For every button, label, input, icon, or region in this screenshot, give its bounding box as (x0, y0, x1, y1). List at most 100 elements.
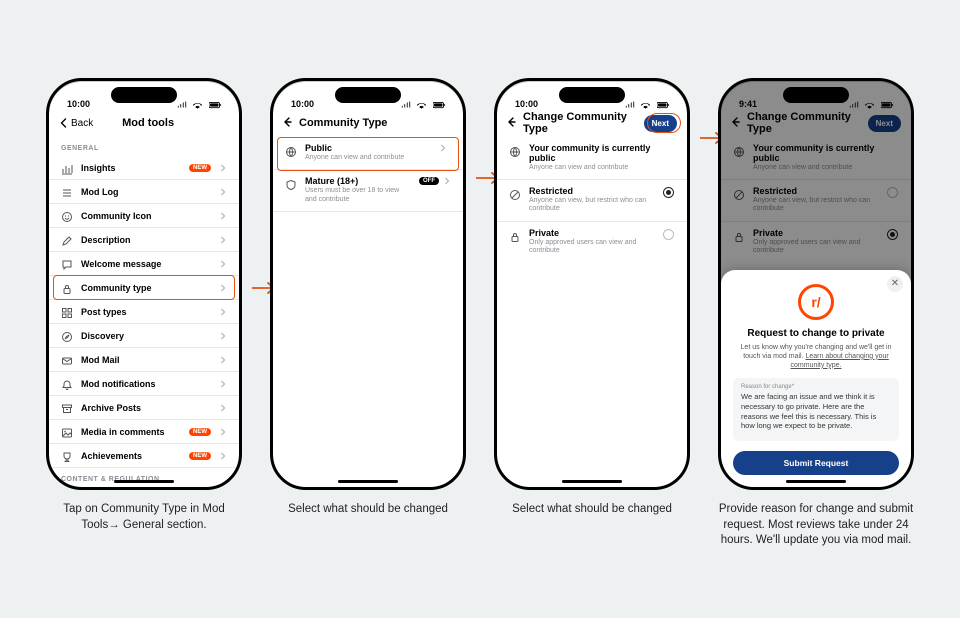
chevron-right-icon (219, 212, 227, 220)
radio-unselected[interactable] (663, 229, 674, 240)
status-icons (398, 99, 447, 109)
sheet-description: Let us know why you're changing and we'l… (737, 343, 895, 370)
smile-icon (61, 210, 73, 222)
row-achievements[interactable]: AchievementsNEW (49, 444, 239, 468)
home-indicator (338, 480, 398, 483)
row-discovery[interactable]: Discovery (49, 324, 239, 348)
reason-value: We are facing an issue and we think it i… (741, 392, 891, 431)
chevron-right-icon (219, 260, 227, 268)
new-badge: NEW (189, 164, 211, 172)
chevron-right-icon (219, 188, 227, 196)
phone-frame-4: 9:41 Change Community Type Next (718, 78, 914, 490)
nav-bar: Back Mod tools (49, 109, 239, 137)
row-mod-notifications[interactable]: Mod notifications (49, 372, 239, 396)
step-caption-1: Tap on Community Type in Mod Tools→ Gene… (46, 502, 242, 533)
step-1: 10:00 Back Mod tools GENE (46, 78, 242, 533)
submit-button[interactable]: Submit Request (733, 451, 899, 475)
page-title: Change Community Type (523, 111, 638, 135)
chevron-right-icon (219, 284, 227, 292)
chevron-right-icon (219, 380, 227, 388)
option-mature[interactable]: Mature (18+)Users must be over 18 to vie… (273, 170, 463, 212)
compass-icon (61, 330, 73, 342)
page-title: Mod tools (99, 117, 197, 129)
grid-icon (61, 306, 73, 318)
sheet-title: Request to change to private (733, 328, 899, 339)
row-archive-posts[interactable]: Archive Posts (49, 396, 239, 420)
dynamic-island (335, 87, 401, 103)
reason-label: Reason for change* (741, 384, 891, 390)
trophy-icon (61, 450, 73, 462)
home-indicator (562, 480, 622, 483)
off-toggle[interactable]: OFF (419, 177, 439, 185)
dynamic-island (559, 87, 625, 103)
chevron-right-icon (443, 177, 451, 185)
row-media-in-comments[interactable]: Media in commentsNEW (49, 420, 239, 444)
row-community-icon[interactable]: Community Icon (49, 204, 239, 228)
step-caption-4: Provide reason for change and submit req… (718, 502, 914, 549)
row-welcome-message[interactable]: Welcome message (49, 252, 239, 276)
reason-field[interactable]: Reason for change* We are facing an issu… (733, 378, 899, 441)
chart-icon (61, 162, 73, 174)
row-community-type[interactable]: Community type (49, 276, 239, 300)
mail-icon (61, 354, 73, 366)
brand-icon: r/ (798, 284, 834, 320)
archive-icon (61, 402, 73, 414)
deny-icon (509, 188, 521, 200)
chevron-right-icon (219, 164, 227, 172)
bell-icon (61, 378, 73, 390)
close-button[interactable]: ✕ (887, 276, 903, 292)
list-icon (61, 186, 73, 198)
current-status: Your community is currently publicAnyone… (497, 137, 687, 180)
nav-bar: Community Type (273, 109, 463, 137)
nav-bar: Change Community Type Next (497, 109, 687, 137)
status-time: 10:00 (291, 99, 314, 109)
back-button[interactable] (507, 114, 517, 132)
row-description[interactable]: Description (49, 228, 239, 252)
request-sheet: ✕ r/ Request to change to private Let us… (721, 270, 911, 487)
option-public[interactable]: PublicAnyone can view and contribute (273, 137, 463, 170)
row-post-types[interactable]: Post types (49, 300, 239, 324)
chevron-right-icon (219, 308, 227, 316)
status-icons (174, 99, 223, 109)
chevron-right-icon (219, 428, 227, 436)
chevron-right-icon (219, 356, 227, 364)
radio-selected[interactable] (663, 187, 674, 198)
page-title: Community Type (299, 117, 453, 129)
dynamic-island (111, 87, 177, 103)
lock-icon (509, 230, 521, 242)
shield-icon (285, 178, 297, 190)
general-list: InsightsNEW Mod Log Community Icon Descr… (49, 156, 239, 468)
dynamic-island (783, 87, 849, 103)
choice-private[interactable]: PrivateOnly approved users can view and … (497, 222, 687, 263)
close-icon: ✕ (891, 278, 899, 289)
row-mod-mail[interactable]: Mod Mail (49, 348, 239, 372)
status-time: 10:00 (515, 99, 538, 109)
highlight-next (647, 113, 681, 133)
status-icons (622, 99, 671, 109)
lock-icon (61, 282, 73, 294)
row-insights[interactable]: InsightsNEW (49, 156, 239, 180)
back-button[interactable]: Back (59, 118, 93, 129)
image-icon (61, 426, 73, 438)
chevron-right-icon (219, 452, 227, 460)
choice-restricted[interactable]: RestrictedAnyone can view, but restrict … (497, 180, 687, 222)
back-button[interactable] (283, 114, 293, 132)
section-header-content: CONTENT & REGULATION (49, 468, 239, 487)
pencil-icon (61, 234, 73, 246)
step-4: 9:41 Change Community Type Next (718, 78, 914, 549)
chevron-right-icon (219, 236, 227, 244)
phone-frame-2: 10:00 Community Type P (270, 78, 466, 490)
chevron-right-icon (219, 332, 227, 340)
step-caption-2: Select what should be changed (288, 502, 448, 518)
row-mod-log[interactable]: Mod Log (49, 180, 239, 204)
home-indicator (114, 480, 174, 483)
chevron-right-icon (219, 404, 227, 412)
status-time: 10:00 (67, 99, 90, 109)
new-badge: NEW (189, 452, 211, 460)
home-indicator (786, 480, 846, 483)
phone-frame-3: 10:00 Change Community Type Next (494, 78, 690, 490)
learn-link[interactable]: Learn about changing your community type… (791, 353, 889, 369)
section-header-general: GENERAL (49, 137, 239, 156)
step-3: 10:00 Change Community Type Next (494, 78, 690, 518)
step-caption-3: Select what should be changed (512, 502, 672, 518)
